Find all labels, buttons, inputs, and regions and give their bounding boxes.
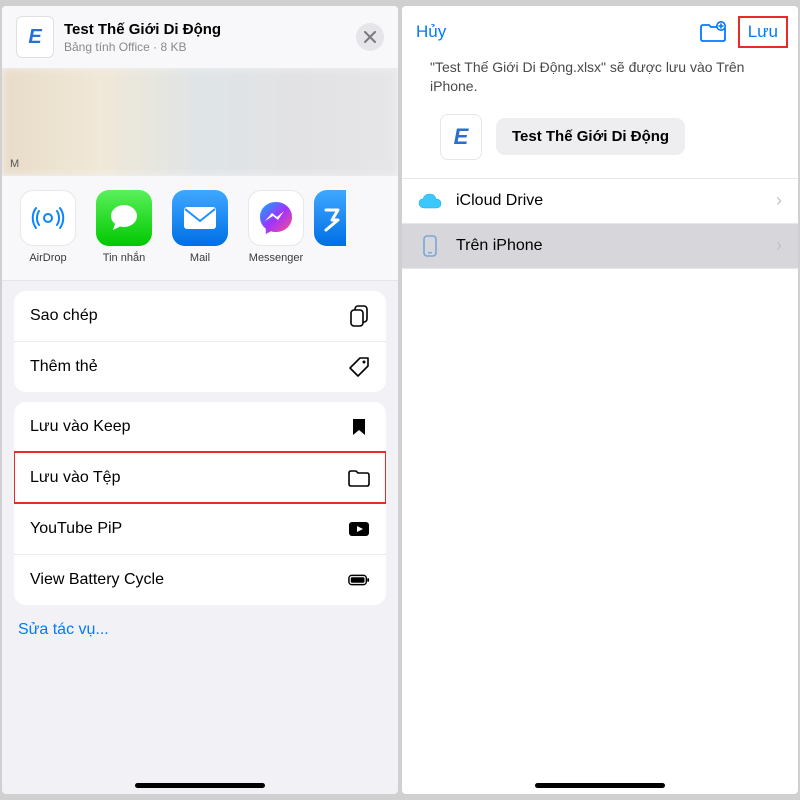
- file-thumbnail: E: [16, 16, 54, 58]
- action-label: Lưu vào Keep: [30, 418, 131, 436]
- play-icon: [348, 518, 370, 540]
- people-suggestions[interactable]: M: [2, 68, 398, 176]
- action-label: View Battery Cycle: [30, 571, 164, 589]
- file-meta: Test Thế Giới Di Động Bảng tính Office ·…: [64, 21, 356, 54]
- action-copy[interactable]: Sao chép: [14, 291, 386, 341]
- location-on-iphone[interactable]: Trên iPhone ›: [402, 224, 798, 269]
- app-messenger[interactable]: Messenger: [238, 190, 314, 264]
- app-share-row: AirDrop Tin nhắn Mail Messenger: [2, 176, 398, 281]
- file-title: Test Thế Giới Di Động: [64, 21, 356, 38]
- phone-icon: [418, 235, 442, 257]
- action-tag[interactable]: Thêm thẻ: [14, 341, 386, 392]
- app-airdrop[interactable]: AirDrop: [10, 190, 86, 264]
- share-sheet-screen: E Test Thế Giới Di Động Bảng tính Office…: [2, 6, 398, 794]
- home-indicator[interactable]: [135, 783, 265, 788]
- app-label: Tin nhắn: [86, 252, 162, 264]
- new-folder-button[interactable]: [700, 21, 726, 43]
- app-label: AirDrop: [10, 252, 86, 264]
- close-button[interactable]: [356, 23, 384, 51]
- action-list: Sao chép Thêm thẻ Lưu vào Keep Lưu v: [2, 281, 398, 649]
- location-icloud-drive[interactable]: iCloud Drive ›: [402, 179, 798, 224]
- app-messages[interactable]: Tin nhắn: [86, 190, 162, 264]
- action-group-a: Sao chép Thêm thẻ: [14, 291, 386, 392]
- cloud-icon: [418, 190, 442, 212]
- action-keep[interactable]: Lưu vào Keep: [14, 402, 386, 452]
- file-name-field[interactable]: Test Thế Giới Di Động: [496, 118, 685, 155]
- app-more[interactable]: [314, 190, 346, 264]
- action-label: Lưu vào Tệp: [30, 469, 120, 487]
- action-label: Sao chép: [30, 307, 98, 325]
- copy-icon: [348, 305, 370, 327]
- more-app-icon: [314, 190, 346, 246]
- new-folder-icon: [700, 21, 726, 43]
- location-label: iCloud Drive: [456, 192, 543, 210]
- home-indicator[interactable]: [535, 783, 665, 788]
- action-group-b: Lưu vào Keep Lưu vào Tệp YouTube PiP Vie…: [14, 402, 386, 605]
- folder-icon: [348, 467, 370, 489]
- file-thumbnail-letter: E: [454, 124, 469, 150]
- bookmark-icon: [348, 416, 370, 438]
- file-thumbnail-letter: E: [28, 26, 41, 49]
- battery-icon: [348, 569, 370, 591]
- chevron-right-icon: ›: [776, 190, 782, 211]
- tag-icon: [348, 356, 370, 378]
- close-icon: [364, 31, 376, 43]
- action-label: YouTube PiP: [30, 520, 122, 538]
- app-label: Mail: [162, 252, 238, 264]
- action-battery-cycle[interactable]: View Battery Cycle: [14, 554, 386, 605]
- save-description: "Test Thế Giới Di Động.xlsx" sẽ được lưu…: [402, 52, 798, 110]
- app-mail[interactable]: Mail: [162, 190, 238, 264]
- chevron-right-icon: ›: [776, 235, 782, 256]
- edit-actions-link[interactable]: Sửa tác vụ...: [14, 615, 386, 639]
- messenger-icon: [248, 190, 304, 246]
- save-to-files-screen: Hủy Lưu "Test Thế Giới Di Động.xlsx" sẽ …: [402, 6, 798, 794]
- file-preview-row: E Test Thế Giới Di Động: [402, 110, 798, 178]
- mail-icon: [172, 190, 228, 246]
- file-subtitle: Bảng tính Office · 8 KB: [64, 40, 356, 54]
- file-thumbnail: E: [440, 114, 482, 160]
- location-label: Trên iPhone: [456, 237, 543, 255]
- save-button[interactable]: Lưu: [742, 20, 784, 44]
- people-label: M: [10, 158, 19, 170]
- action-label: Thêm thẻ: [30, 358, 98, 376]
- share-header: E Test Thế Giới Di Động Bảng tính Office…: [2, 6, 398, 68]
- location-list: iCloud Drive › Trên iPhone ›: [402, 178, 798, 269]
- action-youtube-pip[interactable]: YouTube PiP: [14, 503, 386, 554]
- messages-icon: [96, 190, 152, 246]
- cancel-button[interactable]: Hủy: [416, 22, 446, 42]
- airdrop-icon: [20, 190, 76, 246]
- action-save-to-files[interactable]: Lưu vào Tệp: [14, 452, 386, 503]
- nav-bar: Hủy Lưu: [402, 6, 798, 52]
- app-label: Messenger: [238, 252, 314, 264]
